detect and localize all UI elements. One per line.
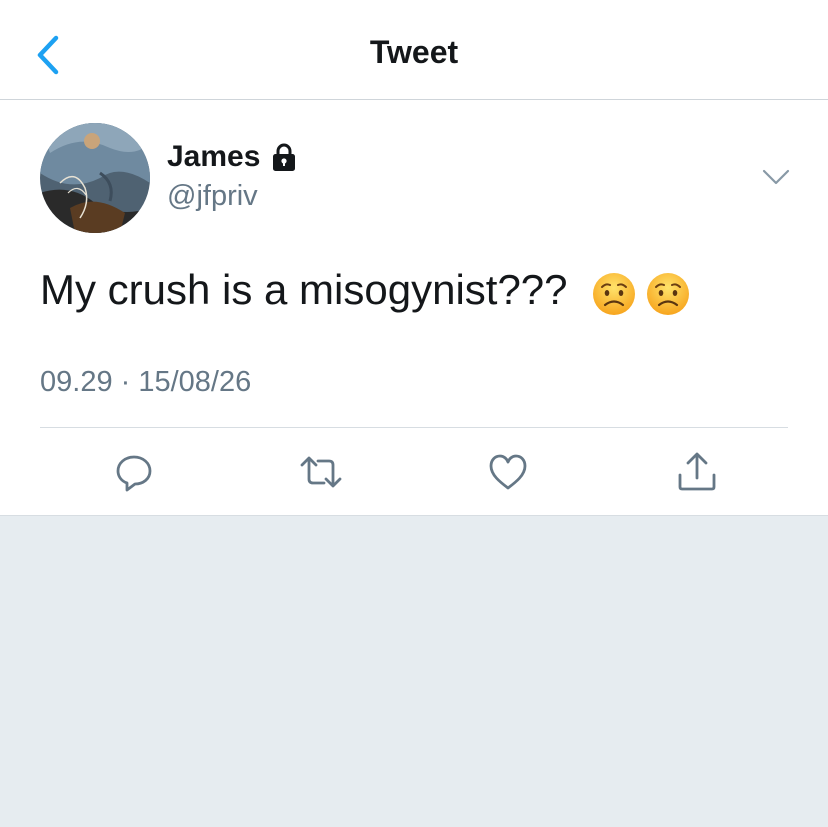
author-handle[interactable]: @jfpriv <box>167 180 258 213</box>
author-name-row: James <box>167 140 299 174</box>
navigation-bar: Tweet <box>0 0 828 100</box>
retweet-icon <box>300 456 342 488</box>
page-title: Tweet <box>369 34 459 70</box>
worried-face-emoji <box>647 273 689 315</box>
worried-face-emoji <box>593 273 635 315</box>
like-button[interactable] <box>486 450 530 494</box>
tweet-detail: James @jfpriv My crush is a misogynist??… <box>0 100 828 516</box>
tweet-timestamp: 09.29 · 15/08/26 <box>40 366 252 398</box>
tweet-text: My crush is a misogynist??? <box>40 266 568 313</box>
heart-icon <box>489 454 527 490</box>
reply-button[interactable] <box>112 450 156 494</box>
tweet-menu-button[interactable] <box>760 164 792 190</box>
reply-icon <box>116 455 152 492</box>
tweet-emojis <box>592 272 690 316</box>
retweet-button[interactable] <box>299 450 343 494</box>
share-icon <box>678 452 716 491</box>
avatar[interactable] <box>40 123 150 233</box>
chevron-down-icon <box>762 169 790 185</box>
author-display-name[interactable]: James <box>167 140 260 174</box>
divider <box>40 427 788 428</box>
share-button[interactable] <box>675 450 719 494</box>
lock-icon <box>273 143 296 171</box>
